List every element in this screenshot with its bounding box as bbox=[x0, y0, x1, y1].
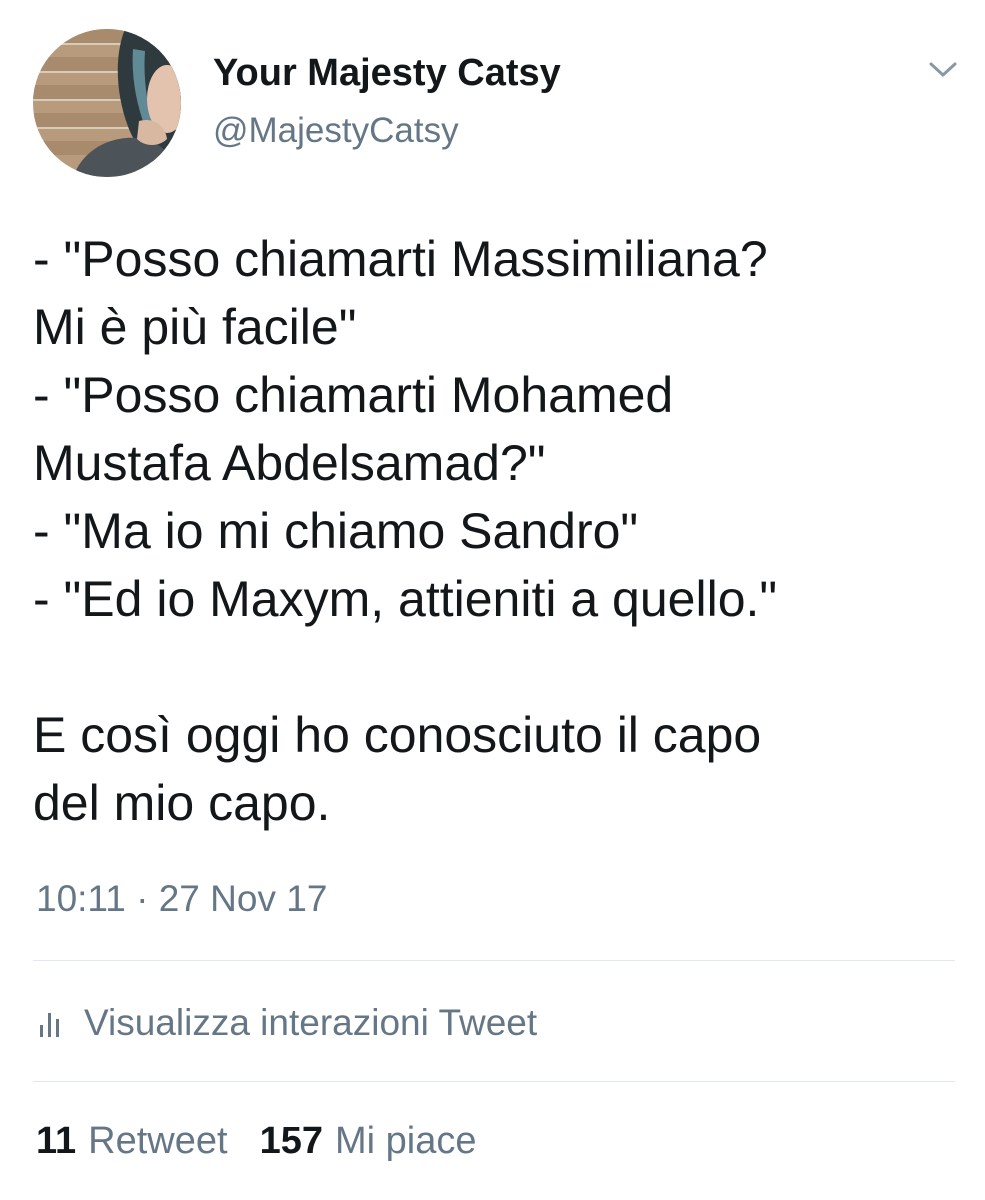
retweets-stat[interactable]: 11 Retweet bbox=[36, 1120, 228, 1163]
divider bbox=[33, 960, 955, 961]
retweet-count: 11 bbox=[36, 1120, 77, 1162]
tweet-text-line: - "Posso chiamarti Massimiliana? bbox=[33, 231, 768, 287]
tweet-text-line: E così oggi ho conosciuto il capo bbox=[33, 707, 762, 763]
tweet-text-line: - "Ma io mi chiamo Sandro" bbox=[33, 503, 639, 559]
chevron-down-icon[interactable] bbox=[928, 60, 958, 80]
likes-label: Mi piace bbox=[334, 1120, 477, 1162]
view-tweet-activity-label: Visualizza interazioni Tweet bbox=[84, 1002, 538, 1043]
avatar-photo bbox=[33, 29, 181, 177]
user-handle[interactable]: @MajestyCatsy bbox=[213, 111, 459, 151]
tweet-text-line: - "Ed io Maxym, attieniti a quello." bbox=[33, 571, 778, 627]
avatar[interactable] bbox=[33, 29, 181, 177]
likes-stat[interactable]: 157 Mi piace bbox=[260, 1120, 477, 1163]
tweet-stats: 11 Retweet 157 Mi piace bbox=[36, 1120, 476, 1163]
tweet-text-line: - "Posso chiamarti Mohamed bbox=[33, 367, 674, 423]
likes-count: 157 bbox=[259, 1120, 323, 1162]
view-tweet-activity-link[interactable]: Visualizza interazioni Tweet bbox=[36, 998, 537, 1048]
tweet-text-line: Mustafa Abdelsamad?" bbox=[33, 435, 546, 491]
tweet-text-line: del mio capo. bbox=[33, 775, 331, 831]
tweet-timestamp[interactable]: 10:11 · 27 Nov 17 bbox=[36, 878, 327, 920]
display-name[interactable]: Your Majesty Catsy bbox=[213, 52, 561, 95]
tweet-text: - "Posso chiamarti Massimiliana? Mi è pi… bbox=[33, 225, 963, 837]
tweet-text-line: Mi è più facile" bbox=[33, 299, 357, 355]
retweet-label: Retweet bbox=[88, 1120, 228, 1162]
divider bbox=[33, 1081, 955, 1082]
bar-chart-icon bbox=[36, 1009, 64, 1037]
